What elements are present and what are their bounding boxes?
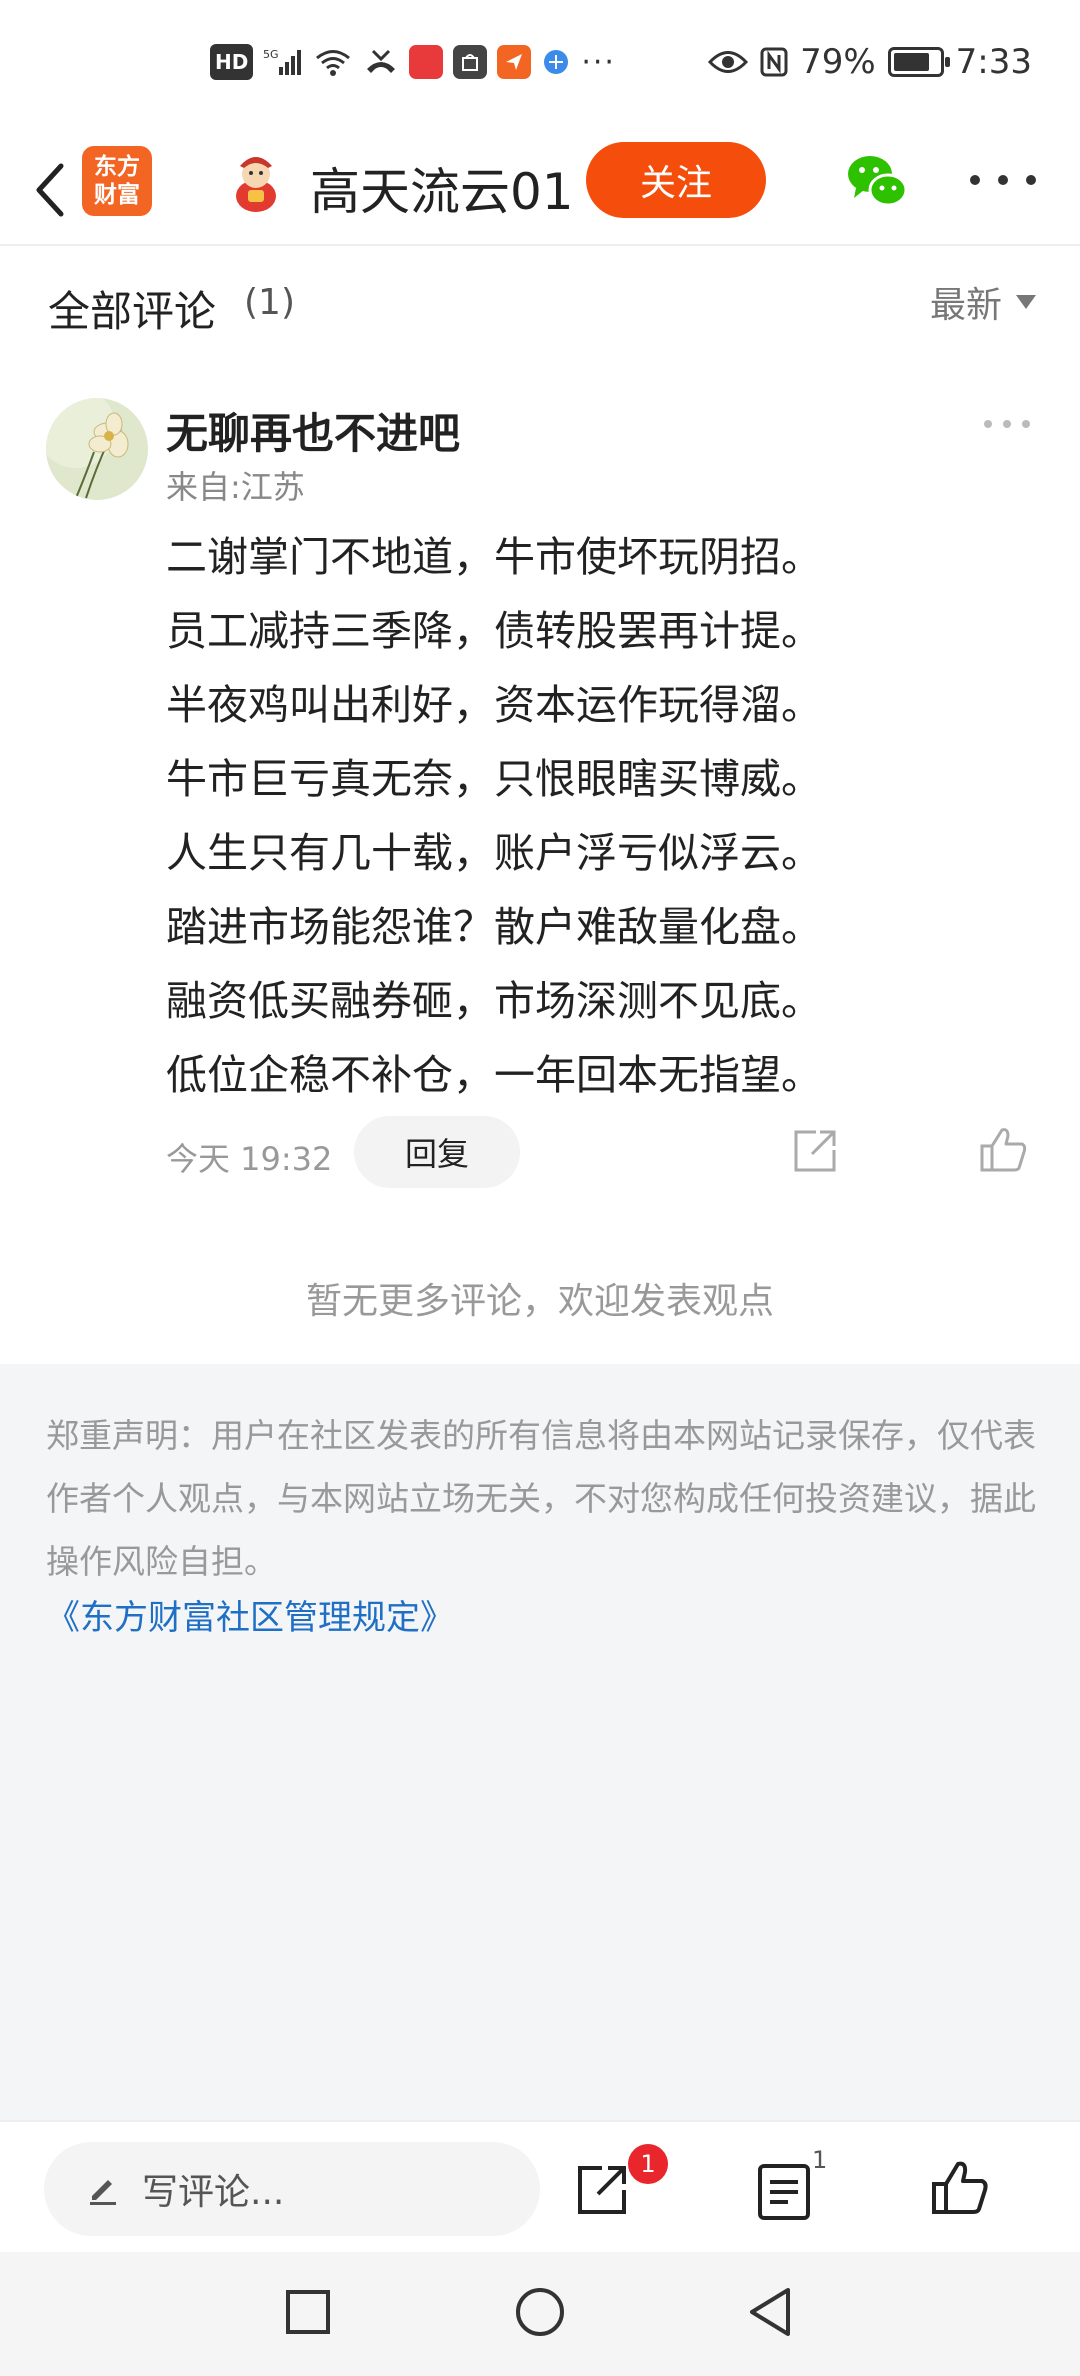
thumbs-up-icon [932, 2161, 988, 2214]
thumbs-up-icon [980, 1128, 1027, 1172]
circle-icon [516, 2288, 564, 2336]
comment-line: 踏进市场能怨谁？散户难敌量化盘。 [166, 903, 822, 951]
comment-line: 二谢掌门不地道，牛市使坏玩阴招。 [166, 533, 822, 581]
comment-list-icon [758, 2164, 810, 2220]
wifi-icon [313, 44, 353, 80]
pencil-icon [90, 2180, 116, 2205]
follow-button[interactable]: 关注 [586, 142, 766, 218]
hd-indicator: HD [210, 44, 254, 80]
comment-line: 融资低买融券砸，市场深测不见底。 [166, 977, 822, 1025]
sort-dropdown[interactable]: 最新 [930, 276, 1036, 328]
comments-count: (1) [244, 282, 295, 323]
comment-item: 无聊再也不进吧 来自:江苏 二谢掌门不地道，牛市使坏玩阴招。 员工减持三季降，债… [0, 380, 1080, 1210]
dot-icon [1003, 420, 1011, 428]
comment-list-button[interactable] [756, 2162, 812, 2222]
author-name[interactable]: 高天流云01 [310, 152, 574, 224]
comment-line: 低位企稳不补仓，一年回本无指望。 [166, 1051, 822, 1099]
square-icon [286, 2290, 330, 2334]
reply-button[interactable]: 回复 [354, 1116, 520, 1188]
status-icons-left: HD 5G ··· [210, 44, 616, 80]
battery-fill [893, 53, 929, 71]
comment-line: 半夜鸡叫出利好，资本运作玩得溜。 [166, 681, 822, 729]
chevron-left-icon [36, 163, 64, 217]
write-comment-input[interactable]: 写评论... [44, 2142, 540, 2236]
battery-icon [887, 47, 950, 77]
nfc-icon [760, 44, 788, 80]
triangle-back-icon [750, 2288, 790, 2336]
status-icons-right: 79% 7:33 [708, 42, 1032, 82]
app-notification-icon [409, 45, 444, 79]
comment-line: 牛市巨亏真无奈，只恨眼瞎买博威。 [166, 755, 822, 803]
status-bar: HD 5G ··· 79% 7:33 [0, 0, 1080, 140]
disclaimer-text: 郑重声明：用户在社区发表的所有信息将由本网站记录保存，仅代表作者个人观点，与本网… [46, 1416, 1036, 1581]
dot-icon [1026, 175, 1036, 185]
recent-apps-button[interactable] [278, 2282, 338, 2342]
comment-body: 二谢掌门不地道，牛市使坏玩阴招。 员工减持三季降，债转股罢再计提。 半夜鸡叫出利… [166, 520, 1046, 1112]
comment-footer: 今天 19:32 回复 [0, 1116, 1080, 1196]
share-icon [794, 1130, 836, 1172]
share-button[interactable] [572, 2160, 632, 2220]
comments-title: 全部评论 [48, 287, 217, 336]
top-nav-bar: 东方 财富 高天流云01 关注 [0, 140, 1080, 246]
commenter-name[interactable]: 无聊再也不进吧 [166, 400, 460, 461]
more-options-button[interactable] [970, 160, 1036, 200]
logo-line1: 东方 [94, 154, 140, 180]
comment-share-button[interactable] [790, 1126, 840, 1176]
wechat-icon [848, 156, 908, 207]
comment-placeholder: 写评论... [142, 2172, 285, 2213]
home-button[interactable] [510, 2282, 570, 2342]
comment-like-button[interactable] [978, 1124, 1030, 1176]
community-rules-link[interactable]: 《东方财富社区管理规定》 [46, 1590, 454, 1639]
dot-icon [970, 175, 980, 185]
clock: 7:33 [955, 42, 1032, 82]
commenter-avatar[interactable] [46, 398, 148, 500]
browser-icon [541, 44, 571, 80]
system-nav-bar [0, 2252, 1080, 2376]
system-back-button[interactable] [740, 2282, 800, 2342]
comment-line: 员工减持三季降，债转股罢再计提。 [166, 607, 822, 655]
disclaimer-section: 郑重声明：用户在社区发表的所有信息将由本网站记录保存，仅代表作者个人观点，与本网… [0, 1364, 1080, 2120]
eastmoney-logo[interactable]: 东方 财富 [82, 146, 152, 216]
sort-label: 最新 [929, 285, 1002, 326]
battery-percentage: 79% [800, 42, 876, 82]
comment-line: 人生只有几十载，账户浮亏似浮云。 [166, 829, 822, 877]
like-button[interactable] [930, 2158, 990, 2218]
back-button[interactable] [20, 150, 80, 230]
eye-comfort-icon [708, 44, 749, 80]
comments-header: 全部评论 (1) 最新 [0, 248, 1080, 358]
send-app-icon [497, 45, 532, 79]
bottom-action-bar: 写评论... 1 1 [0, 2120, 1080, 2252]
share-icon [578, 2166, 626, 2214]
comment-timestamp: 今天 19:32 [166, 1140, 333, 1178]
comment-more-button[interactable] [984, 420, 1030, 432]
network-type-label: 5G [263, 48, 279, 61]
shopping-bag-icon [453, 45, 488, 79]
cellular-signal-icon: 5G [263, 44, 303, 80]
dot-icon [1022, 420, 1030, 428]
logo-line2: 财富 [94, 182, 140, 208]
missed-call-icon [363, 44, 399, 80]
share-count-badge: 1 [628, 2144, 668, 2184]
dot-icon [984, 420, 992, 428]
more-notifications-icon: ··· [581, 44, 616, 80]
no-more-comments: 暂无更多评论，欢迎发表观点 [305, 1281, 774, 1322]
commenter-location: 来自:江苏 [166, 468, 305, 506]
wechat-share-button[interactable] [844, 148, 910, 214]
dot-icon [998, 175, 1008, 185]
author-avatar[interactable] [228, 150, 284, 214]
caret-down-icon [1016, 295, 1036, 309]
comment-count-label: 1 [812, 2146, 828, 2174]
